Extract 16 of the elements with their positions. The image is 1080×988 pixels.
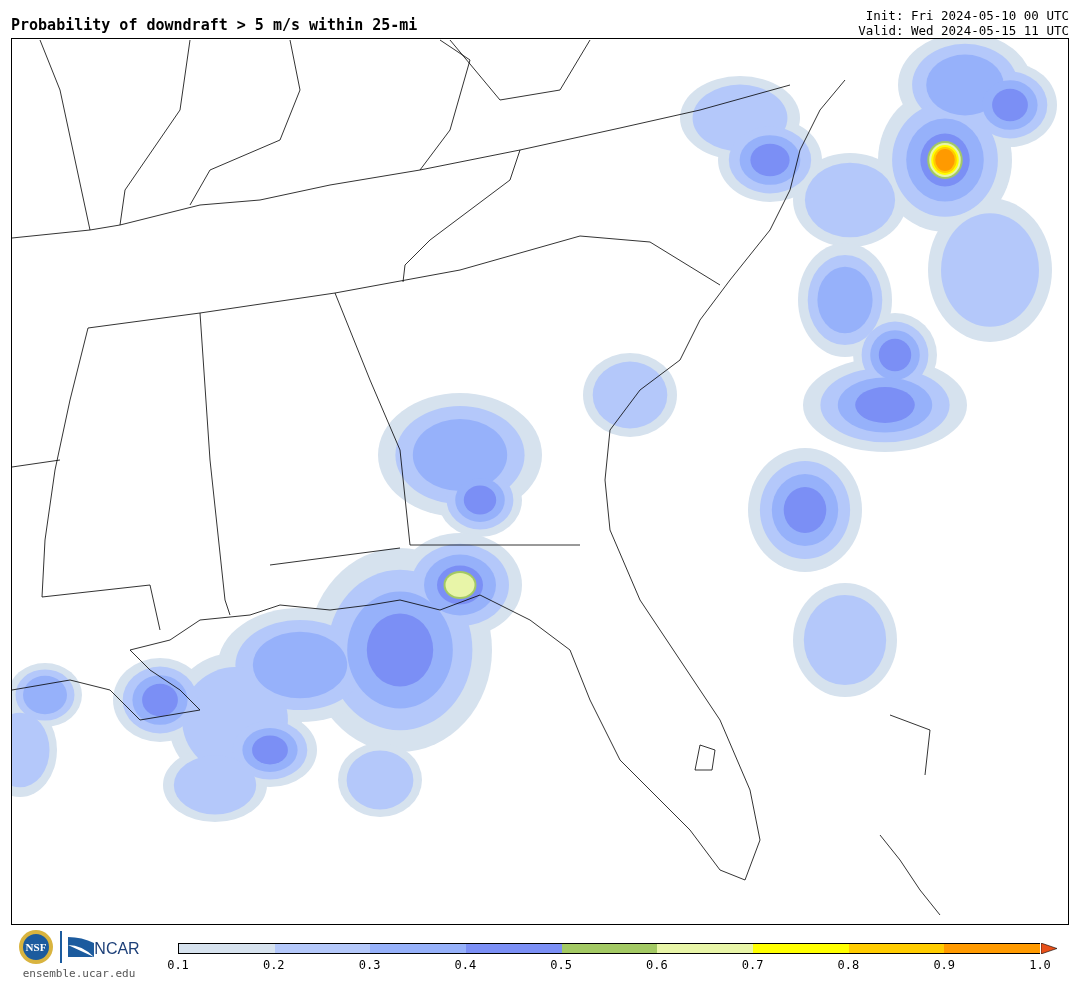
colorbar-tick-label: 1.0 (1029, 958, 1051, 972)
valid-time: Valid: Wed 2024-05-15 11 UTC (858, 23, 1069, 38)
colorbar-tick-label: 0.8 (837, 958, 860, 972)
colorbar-tick-label: 0.4 (454, 958, 477, 972)
colorbar-tick-label: 0.1 (167, 958, 189, 972)
ncar-logo: NCAR (68, 937, 140, 957)
colorbar-tick-label: 0.5 (550, 958, 572, 972)
website-url: ensemble.ucar.edu (22, 967, 136, 980)
colorbar-tick-label: 0.3 (358, 958, 381, 972)
nsf-logo: NSF (18, 929, 55, 965)
init-time: Init: Fri 2024-05-10 00 UTC (865, 8, 1069, 23)
colorbar-tick-label: 0.6 (646, 958, 668, 972)
plot-title: Probability of downdraft > 5 m/s within 25-mi (11, 16, 418, 34)
colorbar-tick-label: 0.9 (933, 958, 956, 972)
colorbar-tick-label: 0.7 (741, 958, 764, 972)
colorbar-tick-label: 0.2 (262, 958, 285, 972)
